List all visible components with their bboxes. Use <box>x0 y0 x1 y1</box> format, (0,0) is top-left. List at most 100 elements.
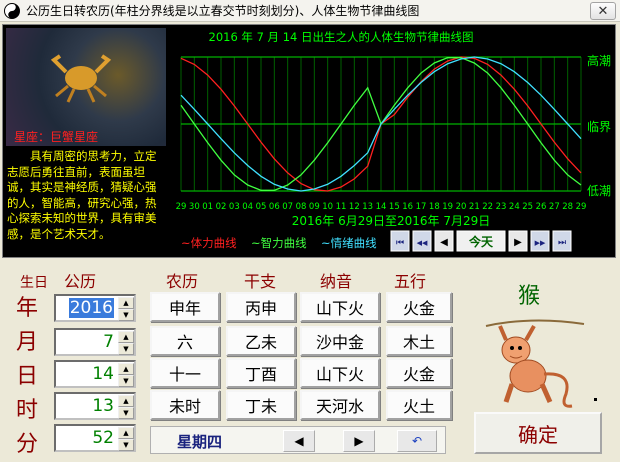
close-button[interactable]: ✕ <box>590 2 616 20</box>
minute-up-arrow-icon[interactable]: ▲ <box>118 427 134 439</box>
x-tick-label: 08 <box>296 202 307 212</box>
first-icon: ⏮ <box>396 238 404 248</box>
reset-button[interactable]: ↶ <box>397 430 437 452</box>
hour-ganzhi-cell: 丁未 <box>226 390 296 420</box>
x-tick-label: 27 <box>549 202 560 212</box>
x-tick-label: 25 <box>522 202 533 212</box>
x-tick-label: 26 <box>536 202 547 212</box>
next-arrow-icon: ▶ <box>354 434 364 448</box>
today-button[interactable]: 今天 <box>456 230 506 252</box>
month-up-arrow-icon[interactable]: ▲ <box>118 331 134 343</box>
day-up-arrow-icon[interactable]: ▲ <box>118 363 134 375</box>
x-tick-label: 14 <box>376 202 387 212</box>
x-tick-label: 16 <box>402 202 413 212</box>
x-tick-label: 28 <box>562 202 573 212</box>
x-tick-label: 03 <box>229 202 240 212</box>
hour-spinner[interactable]: 13 ▲ ▼ <box>54 392 136 420</box>
day-wuxing-cell: 火金 <box>386 358 452 388</box>
row-label-day: 日 <box>16 364 39 389</box>
star-sign-image: 星座：巨蟹星座 <box>6 28 166 146</box>
header-ganzhi: 干支 <box>244 272 277 291</box>
day-value[interactable]: 14 <box>92 364 114 384</box>
chart-nav-prev-fast-button[interactable]: ◀◀ <box>412 230 432 252</box>
x-tick-label: 10 <box>322 202 333 212</box>
x-tick-label: 09 <box>309 202 320 212</box>
prev-day-button[interactable]: ◀ <box>283 430 315 452</box>
month-nayin-cell: 沙中金 <box>300 326 380 356</box>
x-tick-label: 13 <box>362 202 373 212</box>
hour-down-arrow-icon[interactable]: ▼ <box>118 407 134 419</box>
x-tick-label: 23 <box>496 202 507 212</box>
header-lunar: 农历 <box>166 272 199 291</box>
x-tick-label: 02 <box>216 202 227 212</box>
row-label-year: 年 <box>16 296 39 321</box>
month-value[interactable]: 7 <box>103 332 114 352</box>
year-nayin-cell: 山下火 <box>300 292 380 322</box>
day-lunar-cell: 十一 <box>150 358 220 388</box>
x-tick-label: 29 <box>576 202 587 212</box>
monkey-icon <box>485 319 585 408</box>
chart-nav-next-button[interactable]: ▶ <box>508 230 528 252</box>
x-tick-label: 04 <box>242 202 253 212</box>
minute-value[interactable]: 52 <box>92 428 114 448</box>
x-tick-label: 12 <box>349 202 360 212</box>
year-spinner[interactable]: 2016 ▲ ▼ <box>54 294 136 322</box>
window-title: 公历生日转农历(年柱分界线是以立春交节时刻划分)、人体生物节律曲线图 <box>26 4 420 18</box>
level-label-low: 低潮 <box>587 183 611 198</box>
hour-up-arrow-icon[interactable]: ▲ <box>118 395 134 407</box>
zodiac-animal: 猴 <box>518 284 541 309</box>
chart-nav-first-button[interactable]: ⏮ <box>390 230 410 252</box>
year-wuxing-cell: 火金 <box>386 292 452 322</box>
x-tick-label: 07 <box>282 202 293 212</box>
personality-description: 具有周密的思考力，立定志愿后勇往直前，表面虽坦诚，其实是神经质，猜疑心强的人，智… <box>7 149 157 241</box>
year-value[interactable]: 2016 <box>68 298 114 318</box>
x-tick-label: 05 <box>256 202 267 212</box>
minute-spinner[interactable]: 52 ▲ ▼ <box>54 424 136 452</box>
row-label-month: 月 <box>16 330 39 355</box>
month-down-arrow-icon[interactable]: ▼ <box>118 343 134 355</box>
day-nayin-cell: 山下火 <box>300 358 380 388</box>
minute-down-arrow-icon[interactable]: ▼ <box>118 439 134 451</box>
chart-nav-prev-button[interactable]: ◀ <box>434 230 454 252</box>
title-bar: 公历生日转农历(年柱分界线是以立春交节时刻划分)、人体生物节律曲线图 ✕ <box>0 0 620 22</box>
prev-icon: ◀ <box>440 237 448 248</box>
chart-title: 2016 年 7 月 14 日出生之人的人体生物节律曲线图 <box>209 30 474 44</box>
day-ganzhi-cell: 丁酉 <box>226 358 296 388</box>
chart-nav-last-button[interactable]: ⏭ <box>552 230 572 252</box>
year-down-arrow-icon[interactable]: ▼ <box>118 309 134 321</box>
month-spinner[interactable]: 7 ▲ ▼ <box>54 328 136 356</box>
crab-icon <box>50 54 112 103</box>
x-tick-label: 19 <box>442 202 453 212</box>
x-axis-ticks: 29 30 01 02 03 04 05 06 07 08 09 10 11 12 13 14 15 16 17 18… <box>176 202 587 212</box>
x-tick-label: 17 <box>416 202 427 212</box>
header-nayin: 纳音 <box>320 272 353 291</box>
chart-nav-next-fast-button[interactable]: ▶▶ <box>530 230 550 252</box>
day-down-arrow-icon[interactable]: ▼ <box>118 375 134 387</box>
date-range: 2016年 6月29日至2016年 7月29日 <box>292 214 491 228</box>
date-conversion-panel: 生日 公历 农历 干支 纳音 五行 年 月 日 时 分 2016 ▲ ▼ 7 ▲… <box>2 260 616 460</box>
next-day-button[interactable]: ▶ <box>343 430 375 452</box>
star-sign-label: 星座：巨蟹星座 <box>14 130 99 144</box>
x-tick-label: 22 <box>482 202 493 212</box>
day-spinner[interactable]: 14 ▲ ▼ <box>54 360 136 388</box>
x-tick-label: 06 <box>269 202 280 212</box>
x-tick-label: 20 <box>456 202 467 212</box>
last-icon: ⏭ <box>558 238 566 248</box>
close-icon: ✕ <box>597 3 609 19</box>
x-tick-label: 11 <box>336 202 347 212</box>
weekday-label: 星期四 <box>177 433 223 451</box>
yin-yang-icon <box>4 2 20 19</box>
top-panel: 星座：巨蟹星座 具有周密的思考力，立定志愿后勇往直前，表面虽坦诚，其实是神经质，… <box>2 24 616 258</box>
hour-lunar-cell: 未时 <box>150 390 220 420</box>
level-label-high: 高潮 <box>587 53 611 68</box>
x-tick-label: 29 <box>176 202 187 212</box>
x-tick-label: 30 <box>189 202 200 212</box>
today-label: 今天 <box>468 234 494 249</box>
hour-value[interactable]: 13 <box>92 396 114 416</box>
year-up-arrow-icon[interactable]: ▲ <box>118 297 134 309</box>
x-tick-label: 21 <box>469 202 480 212</box>
header-wuxing: 五行 <box>394 272 427 291</box>
confirm-button[interactable]: 确定 <box>474 412 602 454</box>
next-fast-icon: ▶▶ <box>535 239 546 247</box>
row-label-hour: 时 <box>16 398 39 423</box>
